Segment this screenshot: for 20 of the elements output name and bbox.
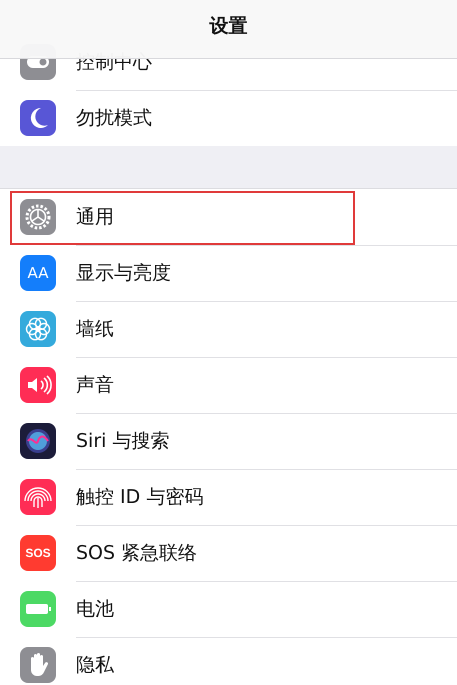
orb-icon (20, 423, 56, 459)
settings-item[interactable]: 触控 ID 与密码 (76, 484, 204, 510)
settings-item[interactable]: SOS 紧急联络 (76, 540, 198, 566)
flower-icon (20, 311, 56, 347)
settings-item[interactable]: 显示与亮度 (76, 260, 171, 286)
settings-item[interactable]: 勿扰模式 (76, 105, 152, 131)
settings-item[interactable]: 隐私 (76, 652, 114, 678)
page-title: 设置 (210, 14, 248, 39)
settings-item[interactable]: 声音 (76, 372, 114, 398)
speaker-icon (20, 367, 56, 403)
settings-item[interactable]: Siri 与搜索 (76, 428, 170, 454)
battery-icon (20, 591, 56, 627)
settings-item[interactable]: 电池 (76, 596, 114, 622)
fingerprint-icon (20, 479, 56, 515)
letters-icon: AA (20, 255, 56, 291)
settings-item[interactable]: 通用 (76, 204, 114, 230)
gear-icon (20, 199, 56, 235)
settings-item[interactable]: 墙纸 (76, 316, 114, 342)
sos-icon: SOS (20, 535, 56, 571)
moon-icon (20, 100, 56, 136)
